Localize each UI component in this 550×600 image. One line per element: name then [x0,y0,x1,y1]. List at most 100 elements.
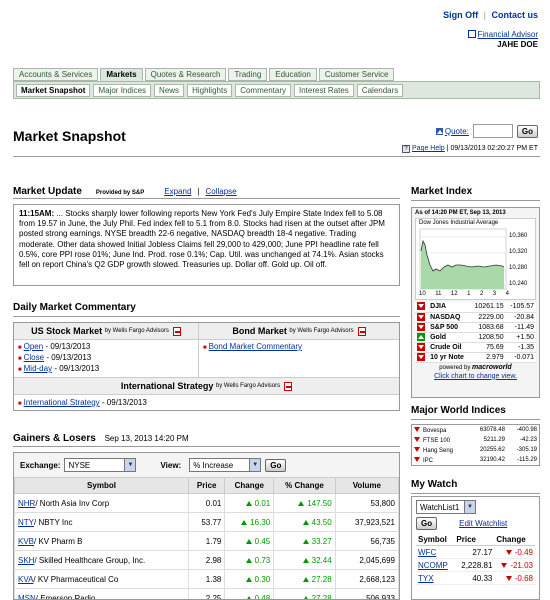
index-dir-cell [415,312,429,323]
symbol-link[interactable]: SKH [18,556,34,565]
quote-label[interactable]: Quote: [445,127,469,136]
watch-table: Symbol Price Change WFC 27.17 -0.49 NCOMP 2,… [416,534,535,585]
contact-us-link[interactable]: Contact us [491,10,538,20]
subtab-commentary[interactable]: Commentary [235,83,291,97]
expand-link[interactable]: Expand [164,187,191,196]
us-stock-list: ■ Open - 09/13/2013 ■ Close - 09/13/2013 ■… [14,340,198,377]
chevron-down-icon: ▼ [124,459,136,471]
market-index-panel: As of 14:20 PM ET, Sep 13, 2013 Dow Jone… [411,207,540,398]
change-value: 16.30 [250,517,271,527]
subtab-calendars[interactable]: Calendars [356,83,404,97]
symbol-link[interactable]: KVA [18,575,33,584]
watch-symbol-link[interactable]: WFC [418,548,436,557]
page-help-link[interactable]: Page Help [412,145,445,152]
watch-col-price: Price [454,534,495,546]
x-ticks: 10 11 12 1 2 3 4 [419,291,509,297]
symbol-link[interactable]: KVB [18,537,34,546]
watch-go-button[interactable]: Go [416,517,438,530]
tab-markets[interactable]: Markets [100,68,143,81]
symbol-cell: KVB/ KV Pharm B [14,531,189,551]
change-value: 0.45 [254,536,271,546]
tab-trading[interactable]: Trading [228,68,268,81]
col-symbol: Symbol [14,477,189,494]
watch-symbol-link[interactable]: NCOMP [418,561,448,570]
bond-list: ■ Bond Market Commentary [203,342,302,351]
x-tick: 12 [450,291,458,297]
watchlist-select[interactable]: WatchList1 ▼ [416,500,476,514]
company-name: / NBTY Inc [34,517,73,527]
up-arrow-icon [302,538,309,544]
bond-by: by Wells Fargo Advisors [289,328,354,334]
close-link[interactable]: Close [24,353,44,362]
watch-col-change: Change [494,534,535,546]
financial-advisor-link[interactable]: Financial Advisor [478,30,538,39]
world-indices-panel: Bovespa 63078.48 -400.98 FTSE 100 5211.29 -42… [411,424,540,466]
edit-watchlist-link[interactable]: Edit Watchlist [459,519,507,528]
change-value: 0.01 [254,498,271,508]
item-date: - 09/13/2013 [45,342,91,351]
watch-symbol-link[interactable]: TYX [418,574,434,583]
quote-input[interactable] [472,124,513,138]
pct-change-cell: 43.50 [273,512,336,532]
subtab-news[interactable]: News [154,83,185,97]
symbol-link[interactable]: NTY [18,518,34,527]
tab-quotes[interactable]: Quotes & Research [144,68,227,81]
world-index-name: Hang Seng [423,447,454,454]
us-stock-cell: US Stock Market by Wells Fargo Advisors … [14,323,199,377]
index-name: S&P 500 [428,322,470,333]
subtab-major-indices[interactable]: Major Indices [93,83,152,97]
symbol-link[interactable]: MSN [18,594,36,600]
pct-value: 147.50 [307,498,332,508]
bond-commentary-link[interactable]: Bond Market Commentary [209,342,302,351]
exchange-select[interactable]: NYSE ▼ [64,458,137,472]
open-link[interactable]: Open [24,342,44,351]
quote-go-button[interactable]: Go [516,124,538,138]
watch-change: -0.68 [514,573,533,583]
powered-by-label: powered by [439,364,471,371]
world-dir-cell: Bovespa [412,425,469,435]
sign-off-link[interactable]: Sign Off [443,10,478,20]
index-row: DJIA 10261.15 -105.57 [415,302,536,313]
up-arrow-icon [302,576,309,582]
market-update-title: Market Update [13,186,82,197]
collapse-link[interactable]: Collapse [205,187,236,196]
list-item: ■ Close - 09/13/2013 [18,353,92,362]
subtab-market-snapshot[interactable]: Market Snapshot [16,83,91,97]
price-cell: 2.98 [187,550,226,570]
world-index-value: 63078.48 [479,427,505,433]
subtab-highlights[interactable]: Highlights [187,83,233,97]
view-select[interactable]: % Increase ▼ [189,458,262,472]
world-index-name: FTSE 100 [423,437,451,444]
gainers-go-button[interactable]: Go [265,458,287,472]
market-index-date: As of 14:20 PM ET, Sep 13, 2013 [415,210,506,216]
pdf-icon[interactable] [172,326,181,336]
tab-education[interactable]: Education [269,68,317,81]
up-arrow-icon [241,519,248,525]
pct-value: 43.50 [311,517,332,527]
view-value: % Increase [193,460,234,470]
symbol-link[interactable]: NHR [18,499,35,508]
bond-market-header: Bond Market by Wells Fargo Advisors [199,323,399,340]
index-change: -105.57 [505,302,536,313]
pdf-icon[interactable] [357,326,366,336]
down-arrow-icon [414,446,420,452]
down-arrow-icon [417,312,425,321]
tab-accounts[interactable]: Accounts & Services [13,68,99,81]
watch-price: 2,228.81 [454,558,495,572]
pct-value: 32.44 [311,555,332,565]
click-chart-link[interactable]: Click chart to change view. [412,373,539,380]
midday-link[interactable]: Mid-day [24,364,52,373]
world-dir-cell: Hang Seng [412,445,469,455]
volume-cell: 506,933 [334,588,399,599]
tab-customer-service[interactable]: Customer Service [318,68,395,81]
pdf-icon[interactable] [284,381,293,391]
divider [411,419,540,420]
intl-strategy-link[interactable]: International Strategy [24,398,100,407]
index-row: NASDAQ 2229.00 -20.84 [415,312,536,323]
subtab-interest-rates[interactable]: Interest Rates [294,83,354,97]
world-index-value: 20255.62 [479,447,505,453]
price-cell: 1.79 [187,531,226,551]
up-arrow-icon [298,500,305,506]
up-arrow-icon [245,557,252,563]
dow-chart[interactable]: Dow Jones Industrial Average 10,360 10,3… [415,218,536,300]
